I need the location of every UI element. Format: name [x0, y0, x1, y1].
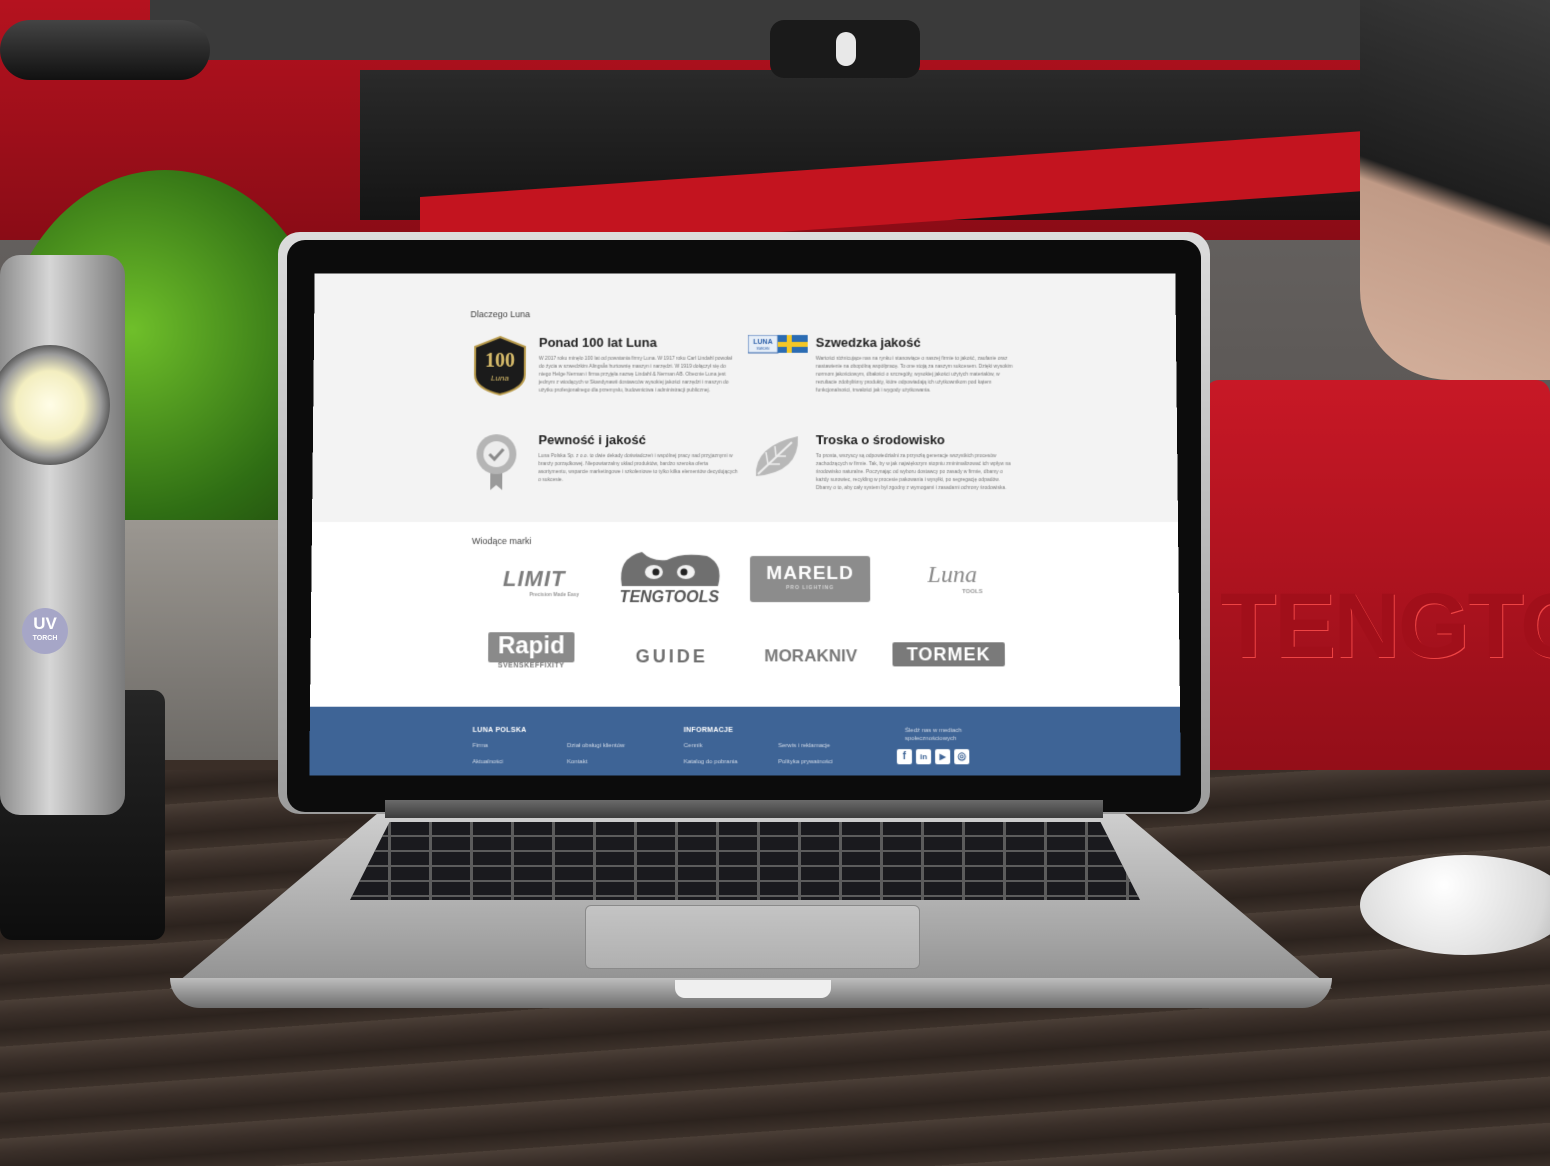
section-title-why: Dlaczego Luna: [470, 309, 531, 320]
feature-swedish-quality: LUNA SWEDEN Szwedzka jakość Wartości róż…: [748, 335, 1027, 414]
footer-link-catalog[interactable]: Katalog do pobrania: [684, 759, 738, 765]
swedish-flag-icon: LUNA SWEDEN: [748, 335, 810, 360]
feature-text: Luna Polska Sp. z o.o. to dwie dekady do…: [538, 453, 738, 484]
mechanic-arm: [1360, 0, 1550, 380]
feature-title: Szwedzka jakość: [815, 335, 921, 350]
brand-morakniv-logo[interactable]: MORAKNIV: [748, 646, 873, 666]
feature-text: To prosta, wszyscy są odpowiedzialni za …: [815, 453, 1011, 492]
brand-name: MARELD: [766, 563, 854, 585]
brand-name: Rapid: [487, 632, 575, 663]
brand-luna-logo[interactable]: Luna TOOLS: [902, 562, 1002, 595]
footer-link-contact[interactable]: Kontakt: [567, 759, 588, 765]
toolbox-brand: TENGTOO: [1220, 575, 1550, 677]
brand-name: TENGTOOLS: [619, 589, 720, 607]
brand-tagline: TOOLS: [962, 589, 983, 596]
badge-number: 100: [485, 350, 515, 372]
photo-scene: TENGTOO UV TORCH Dlaczego Luna 100 Luna: [0, 0, 1550, 1166]
work-lamp: [0, 255, 125, 815]
flag-badge-text: LUNA: [753, 339, 772, 346]
section-title-brands: Wiodące marki: [471, 535, 532, 546]
brand-tengtools-logo[interactable]: TENGTOOLS: [612, 548, 727, 610]
brands-section: Wiodące marki LIMIT Precision Made Easy …: [309, 522, 1181, 713]
cart-latch: [770, 20, 920, 78]
linkedin-icon[interactable]: in: [915, 749, 932, 765]
feature-environment: Troska o środowisko To prosta, wszyscy s…: [748, 432, 1028, 512]
uv-sub-label: TORCH: [32, 635, 58, 642]
100-years-badge-icon: 100 Luna: [471, 335, 529, 401]
footer-link-customer-service[interactable]: Dział obsługi klientów: [567, 743, 625, 749]
brand-tagline: SVENSKEFFIXITY: [497, 662, 565, 670]
feature-title: Pewność i jakość: [538, 432, 646, 448]
footer-link-service[interactable]: Serwis i reklamacje: [778, 743, 830, 749]
youtube-icon[interactable]: ▶: [935, 749, 951, 765]
footer-heading-info: INFORMACJE: [683, 726, 734, 734]
footer-link-pricelist[interactable]: Cennik: [684, 743, 703, 749]
facebook-icon[interactable]: f: [896, 749, 912, 765]
uv-badge: UV TORCH: [22, 608, 68, 654]
brand-name: LIMIT: [502, 566, 566, 592]
site-footer: LUNA POLSKA Firma Aktualności Dział obsł…: [309, 706, 1181, 776]
footer-link-news[interactable]: Aktualności: [472, 759, 503, 765]
footer-social-text: Śledź nas w mediach społecznościowych: [904, 727, 962, 743]
brand-limit-logo[interactable]: LIMIT Precision Made Easy: [471, 566, 596, 598]
brand-rapid-logo[interactable]: Rapid SVENSKEFFIXITY: [471, 632, 592, 669]
instagram-icon[interactable]: ◎: [954, 749, 970, 765]
why-luna-section: Dlaczego Luna 100 Luna Ponad 100 lat Lun…: [312, 273, 1178, 523]
uv-label: UV: [33, 614, 57, 633]
leaf-icon: [748, 432, 804, 487]
cart-handle: [0, 20, 210, 80]
laptop-screen: Dlaczego Luna 100 Luna Ponad 100 lat Lun…: [309, 273, 1181, 776]
laptop-notch: [675, 980, 831, 998]
feature-text: Wartości różnicujące nas na rynku i stan…: [815, 355, 1013, 394]
laptop-hinge: [385, 800, 1103, 818]
brand-tormek-logo[interactable]: TORMEK: [892, 642, 1005, 667]
quality-seal-icon: [470, 432, 526, 501]
flag-badge-sub: SWEDEN: [756, 347, 769, 351]
footer-link-privacy[interactable]: Polityka prywatności: [778, 759, 833, 765]
brand-name: Luna: [927, 562, 978, 589]
brand-tagline: PRO LIGHTING: [786, 585, 835, 592]
brand-guide-logo[interactable]: GUIDE: [622, 646, 722, 667]
footer-heading-luna: LUNA POLSKA: [472, 726, 527, 734]
tengtools-mascot-icon: [620, 551, 719, 586]
feature-reliability: Pewność i jakość Luna Polska Sp. z o.o. …: [470, 432, 750, 512]
brand-tagline: Precision Made Easy: [529, 592, 580, 599]
feature-100-years: 100 Luna Ponad 100 lat Luna W 2017 roku …: [471, 335, 750, 414]
feature-title: Ponad 100 lat Luna: [538, 335, 657, 350]
brand-mareld-logo[interactable]: MARELD PRO LIGHTING: [750, 556, 871, 603]
feature-text: W 2017 roku minęło 100 lat od powstania …: [538, 355, 733, 394]
feature-title: Troska o środowisko: [815, 432, 945, 448]
badge-sub: Luna: [491, 374, 509, 383]
footer-link-firma[interactable]: Firma: [472, 743, 487, 749]
trackpad: [585, 905, 920, 969]
keyboard-rows: [350, 822, 1140, 900]
